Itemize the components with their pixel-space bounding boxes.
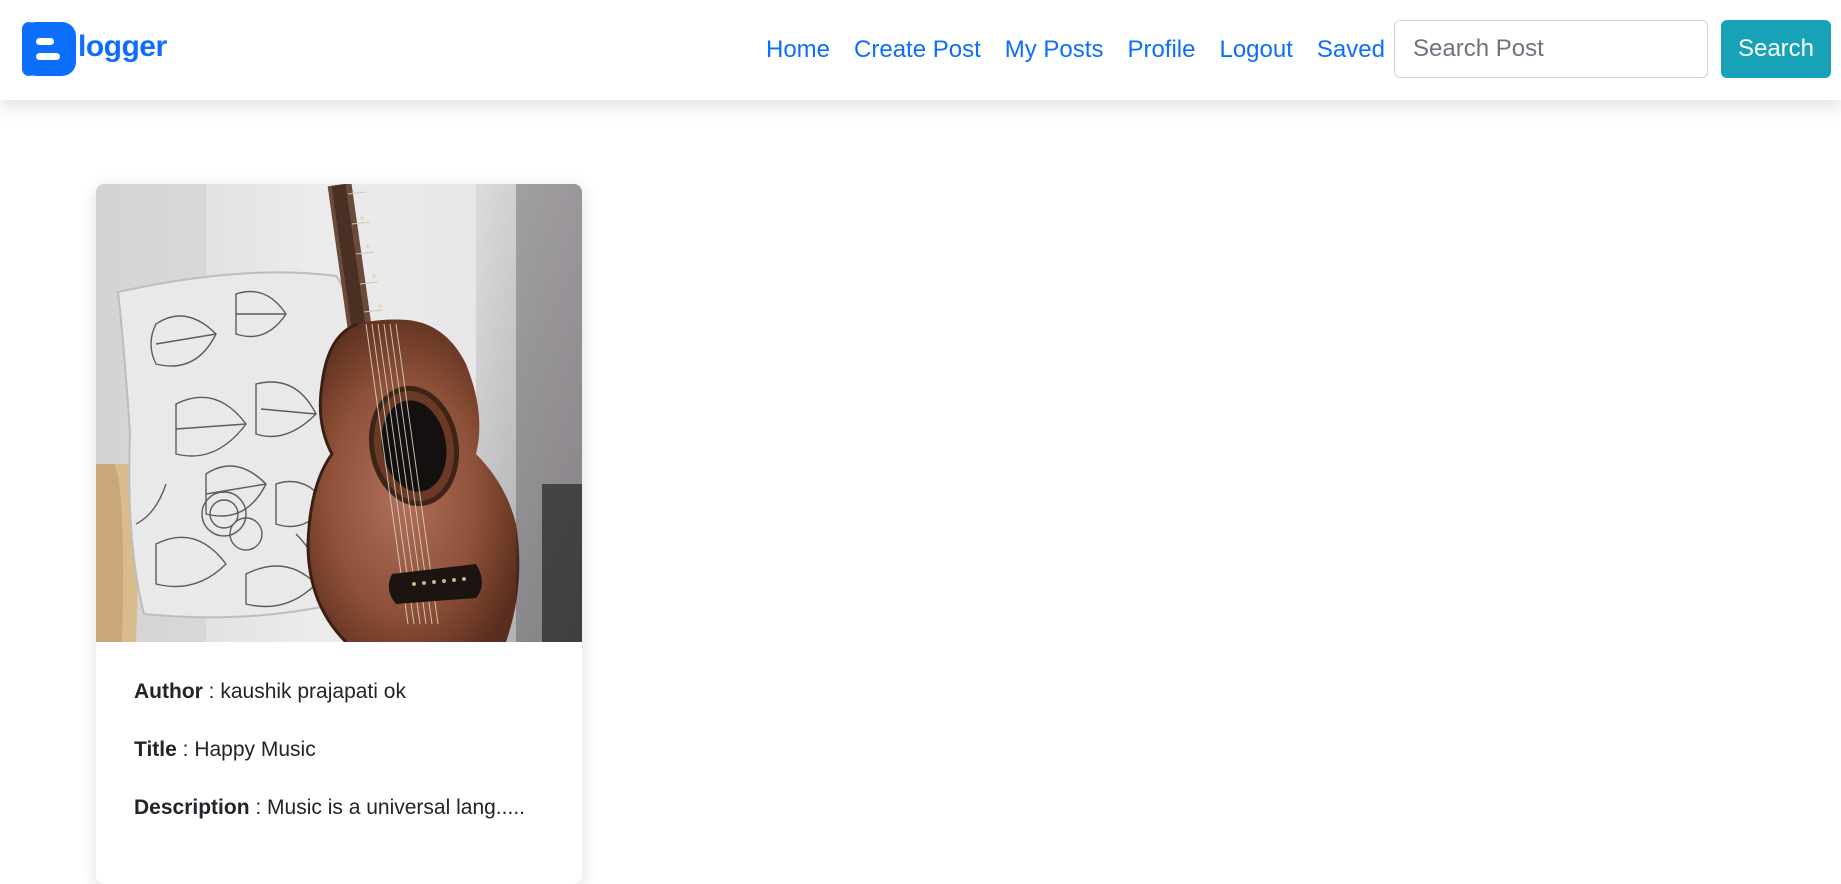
post-description: Description : Music is a universal lang.…	[134, 794, 544, 822]
post-description-value: Music is a universal lang.....	[267, 796, 525, 819]
post-card[interactable]: Author : kaushik prajapati ok Title : Ha…	[96, 184, 582, 884]
nav-saved-link[interactable]: Saved	[1305, 36, 1397, 64]
nav-home-link[interactable]: Home	[754, 36, 842, 64]
post-author-label: Author	[134, 680, 203, 703]
blogger-logo-icon	[22, 22, 76, 76]
nav-links: Home Create Post My Posts Profile Logout…	[754, 0, 1397, 100]
search-button[interactable]: Search	[1721, 20, 1831, 78]
post-author-value: kaushik prajapati ok	[220, 680, 406, 703]
post-title-separator: :	[176, 738, 195, 761]
post-description-separator: :	[249, 796, 268, 819]
search-input[interactable]	[1394, 20, 1708, 78]
nav-logout-link[interactable]: Logout	[1207, 36, 1304, 64]
nav-profile-link[interactable]: Profile	[1115, 36, 1207, 64]
brand-name: logger	[78, 30, 167, 63]
brand-link[interactable]: logger	[22, 22, 167, 76]
nav-my-posts-link[interactable]: My Posts	[993, 36, 1116, 64]
post-title-label: Title	[134, 738, 177, 761]
post-title-value: Happy Music	[194, 738, 316, 761]
post-author-separator: :	[202, 680, 221, 703]
post-title: Title : Happy Music	[134, 736, 544, 764]
nav-create-post-link[interactable]: Create Post	[842, 36, 993, 64]
top-navbar: logger Home Create Post My Posts Profile…	[0, 0, 1841, 100]
post-body: Author : kaushik prajapati ok Title : Ha…	[96, 642, 582, 884]
guitar-photo	[96, 184, 582, 642]
post-description-label: Description	[134, 796, 250, 819]
post-author: Author : kaushik prajapati ok	[134, 678, 544, 706]
